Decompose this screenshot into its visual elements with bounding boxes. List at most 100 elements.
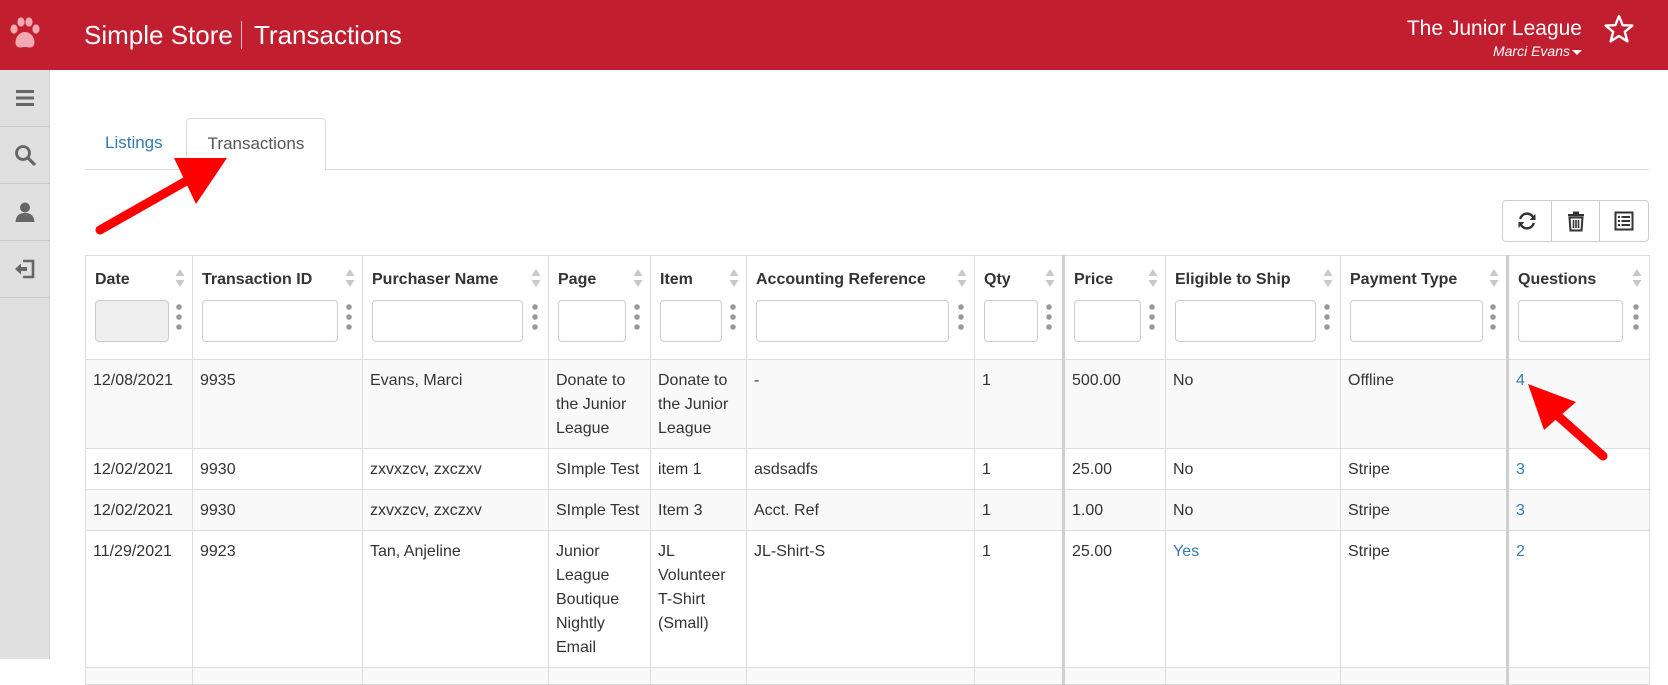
search-icon bbox=[15, 145, 36, 166]
questions-filter-input[interactable] bbox=[1518, 300, 1623, 342]
column-header-date[interactable]: Date bbox=[85, 255, 193, 360]
delete-button[interactable] bbox=[1552, 201, 1601, 241]
sort-icon[interactable] bbox=[531, 268, 541, 288]
sort-icon[interactable] bbox=[175, 268, 185, 288]
eligible-to-ship-filter-input[interactable] bbox=[1175, 300, 1316, 342]
column-header-eligible-to-ship[interactable]: Eligible to Ship bbox=[1165, 255, 1341, 360]
sort-icon[interactable] bbox=[1148, 268, 1158, 288]
cell-empty bbox=[1062, 667, 1166, 685]
qty-filter-input[interactable] bbox=[984, 300, 1038, 342]
cell-date: 11/29/2021 bbox=[85, 530, 193, 668]
columns-button[interactable] bbox=[1600, 201, 1648, 241]
column-options-icon[interactable] bbox=[958, 303, 964, 331]
column-options-icon[interactable] bbox=[1046, 303, 1052, 331]
cell-empty bbox=[1506, 667, 1650, 685]
profile-button[interactable] bbox=[0, 184, 50, 241]
column-options-icon[interactable] bbox=[1490, 303, 1496, 331]
sort-icon[interactable] bbox=[957, 268, 967, 288]
table-row[interactable]: 12/02/2021 9930 zxvxzcv, zxczxv SImple T… bbox=[85, 489, 1650, 531]
organization-name[interactable]: The Junior League bbox=[1407, 16, 1582, 42]
transaction-id-filter-input[interactable] bbox=[202, 300, 338, 342]
caret-down-icon bbox=[1572, 49, 1582, 55]
questions-link[interactable]: 3 bbox=[1516, 502, 1525, 519]
cell-questions: 4 bbox=[1506, 359, 1650, 449]
sort-icon[interactable] bbox=[345, 268, 355, 288]
column-options-icon[interactable] bbox=[730, 303, 736, 331]
refresh-button[interactable] bbox=[1503, 201, 1552, 241]
column-label: Payment Type bbox=[1350, 271, 1458, 288]
column-header-price[interactable]: Price bbox=[1062, 255, 1166, 360]
cell-purchaser-name: zxvxzcv, zxczxv bbox=[362, 489, 549, 531]
cell-empty bbox=[85, 667, 193, 685]
cell-purchaser-name: Evans, Marci bbox=[362, 359, 549, 449]
column-label: Questions bbox=[1518, 271, 1597, 288]
search-button[interactable] bbox=[0, 127, 50, 184]
column-label: Transaction ID bbox=[202, 271, 313, 288]
sort-icon[interactable] bbox=[729, 268, 739, 288]
cell-empty bbox=[192, 667, 363, 685]
questions-link[interactable]: 3 bbox=[1516, 461, 1525, 478]
user-menu[interactable]: Marci Evans bbox=[1493, 43, 1582, 59]
column-options-icon[interactable] bbox=[1633, 303, 1639, 331]
column-header-page[interactable]: Page bbox=[548, 255, 651, 360]
column-header-item[interactable]: Item bbox=[650, 255, 747, 360]
sort-icon[interactable] bbox=[633, 268, 643, 288]
column-label: Date bbox=[95, 271, 130, 288]
table-row[interactable]: 12/08/2021 9935 Evans, Marci Donate to t… bbox=[85, 359, 1650, 449]
eligible-to-ship-link[interactable]: Yes bbox=[1173, 543, 1199, 560]
sort-icon[interactable] bbox=[1323, 268, 1333, 288]
cell-date: 12/02/2021 bbox=[85, 448, 193, 490]
menu-button[interactable] bbox=[0, 70, 50, 127]
table-row[interactable]: 12/02/2021 9930 zxvxzcv, zxczxv SImple T… bbox=[85, 448, 1650, 490]
questions-link[interactable]: 2 bbox=[1516, 543, 1525, 560]
column-options-icon[interactable] bbox=[1324, 303, 1330, 331]
paw-logo-icon[interactable] bbox=[8, 16, 42, 52]
accounting-reference-filter-input[interactable] bbox=[756, 300, 949, 342]
column-options-icon[interactable] bbox=[634, 303, 640, 331]
list-icon bbox=[1614, 211, 1634, 231]
column-header-transaction-id[interactable]: Transaction ID bbox=[192, 255, 363, 360]
column-label: Accounting Reference bbox=[756, 271, 926, 288]
payment-type-filter-input[interactable] bbox=[1350, 300, 1483, 342]
refresh-icon bbox=[1518, 212, 1536, 230]
sort-icon[interactable] bbox=[1045, 268, 1055, 288]
sort-icon[interactable] bbox=[1632, 268, 1642, 288]
column-options-icon[interactable] bbox=[1149, 303, 1155, 331]
column-header-purchaser-name[interactable]: Purchaser Name bbox=[362, 255, 549, 360]
app-title[interactable]: Simple Store bbox=[84, 19, 233, 51]
price-filter-input[interactable] bbox=[1074, 300, 1141, 342]
item-filter-input[interactable] bbox=[660, 300, 722, 342]
column-options-icon[interactable] bbox=[346, 303, 352, 331]
sign-out-button[interactable] bbox=[0, 241, 50, 298]
sort-icon[interactable] bbox=[1489, 268, 1499, 288]
cell-empty bbox=[362, 667, 549, 685]
cell-accounting-reference: JL-Shirt-S bbox=[746, 530, 975, 668]
transactions-table: Date Transaction ID Purchaser Name Page bbox=[85, 255, 1650, 685]
cell-item: JL Volunteer T-Shirt (Small) bbox=[650, 530, 747, 668]
cell-qty: 1 bbox=[974, 489, 1064, 531]
menu-icon bbox=[16, 90, 34, 106]
star-icon[interactable] bbox=[1604, 14, 1634, 44]
column-header-qty[interactable]: Qty bbox=[974, 255, 1064, 360]
cell-price: 1.00 bbox=[1062, 489, 1166, 531]
date-filter-input[interactable] bbox=[95, 300, 169, 342]
user-name: Marci Evans bbox=[1492, 43, 1570, 59]
cell-price: 500.00 bbox=[1062, 359, 1166, 449]
column-options-icon[interactable] bbox=[532, 303, 538, 331]
cell-eligible-to-ship: No bbox=[1165, 489, 1341, 531]
page-filter-input[interactable] bbox=[558, 300, 626, 342]
cell-purchaser-name: Tan, Anjeline bbox=[362, 530, 549, 668]
tab-listings[interactable]: Listings bbox=[85, 118, 183, 170]
cell-qty: 1 bbox=[974, 530, 1064, 668]
column-header-payment-type[interactable]: Payment Type bbox=[1340, 255, 1508, 360]
cell-item: item 1 bbox=[650, 448, 747, 490]
table-row[interactable] bbox=[85, 667, 1650, 685]
tab-transactions[interactable]: Transactions bbox=[186, 118, 326, 171]
table-row[interactable]: 11/29/2021 9923 Tan, Anjeline Junior Lea… bbox=[85, 530, 1650, 668]
column-header-accounting-reference[interactable]: Accounting Reference bbox=[746, 255, 975, 360]
questions-link[interactable]: 4 bbox=[1516, 372, 1525, 389]
purchaser-name-filter-input[interactable] bbox=[372, 300, 523, 342]
column-options-icon[interactable] bbox=[176, 303, 182, 331]
column-header-questions[interactable]: Questions bbox=[1506, 255, 1650, 360]
cell-page: SImple Test bbox=[548, 448, 651, 490]
